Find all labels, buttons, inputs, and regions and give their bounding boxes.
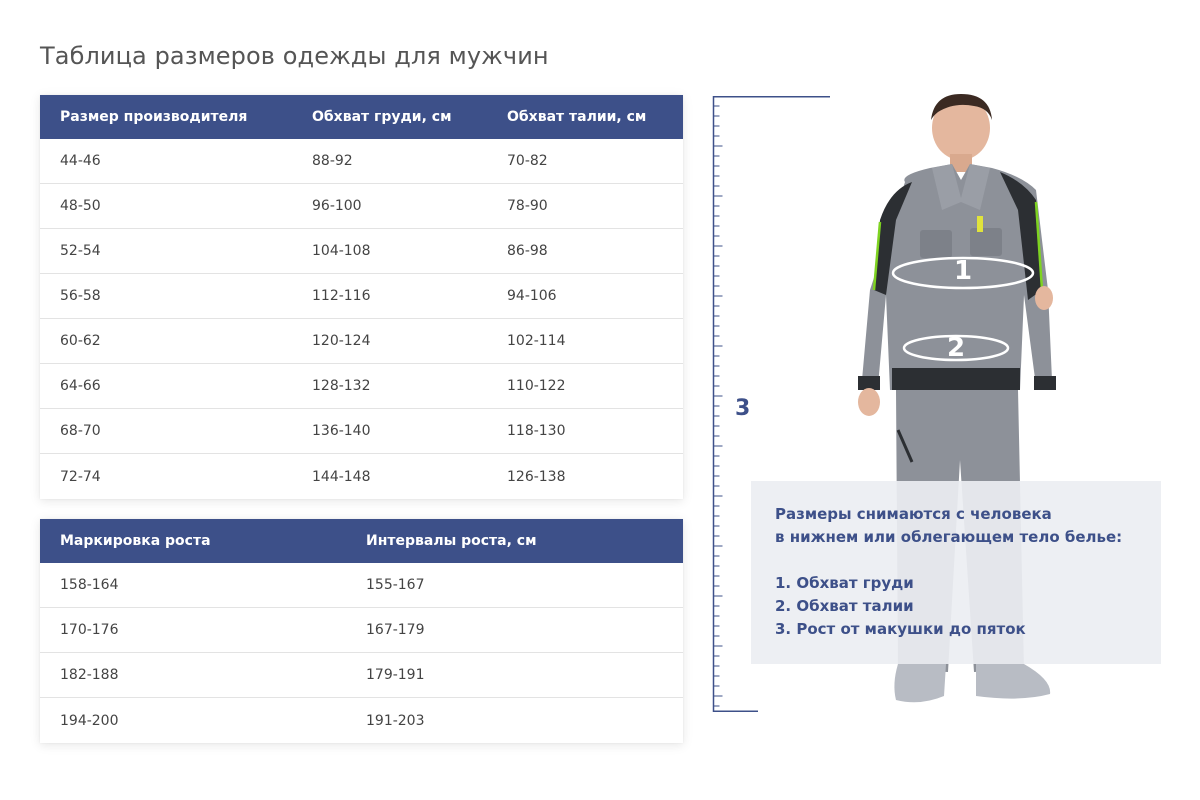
table-row: 158-164 155-167 (40, 563, 683, 608)
cell-manufacturer-size: 52-54 (60, 243, 101, 259)
model-head (931, 94, 992, 172)
info-item-height: 3. Рост от макушки до пяток (775, 620, 1026, 638)
info-gap (775, 549, 1137, 572)
cell-height-interval: 179-191 (366, 667, 425, 683)
height-table-header: Маркировка роста Интервалы роста, см (40, 519, 683, 563)
cell-height-interval: 191-203 (366, 712, 425, 729)
header-height-marking: Маркировка роста (60, 533, 211, 549)
cell-height-interval: 155-167 (366, 577, 425, 593)
cell-waist-girth: 110-122 (507, 378, 566, 394)
waist-ring-label: 2 (947, 333, 966, 363)
table-row: 48-50 96-100 78-90 (40, 184, 683, 229)
table-row: 56-58 112-116 94-106 (40, 274, 683, 319)
cell-manufacturer-size: 44-46 (60, 153, 101, 169)
sizes-table-body: 44-46 88-92 70-82 48-50 96-100 78-90 52-54 104-… (40, 139, 683, 499)
info-item-waist: 2. Обхват талии (775, 597, 914, 615)
height-ruler-label: 3 (735, 396, 751, 421)
cell-chest-girth: 96-100 (312, 198, 362, 214)
sizes-table: Размер производителя Обхват груди, см Об… (40, 95, 683, 499)
model-jacket (858, 164, 1056, 416)
model-shoes (894, 664, 1051, 703)
cell-height-marking: 170-176 (60, 622, 119, 638)
table-row: 44-46 88-92 70-82 (40, 139, 683, 184)
sizes-table-header: Размер производителя Обхват груди, см Об… (40, 95, 683, 139)
cell-manufacturer-size: 48-50 (60, 198, 101, 214)
height-table: Маркировка роста Интервалы роста, см 158… (40, 519, 683, 743)
header-chest-girth: Обхват груди, см (312, 109, 452, 125)
cell-chest-girth: 136-140 (312, 423, 371, 439)
page-title: Таблица размеров одежды для мужчин (40, 42, 549, 70)
cell-chest-girth: 120-124 (312, 333, 371, 349)
table-row: 194-200 191-203 (40, 698, 683, 743)
info-item-chest: 1. Обхват груди (775, 574, 914, 592)
table-row: 52-54 104-108 86-98 (40, 229, 683, 274)
measurement-info-box: Размеры снимаются с человека в нижнем ил… (751, 481, 1161, 664)
table-row: 182-188 179-191 (40, 653, 683, 698)
chest-ring-label: 1 (954, 256, 973, 286)
cell-height-marking: 182-188 (60, 667, 119, 683)
cell-chest-girth: 128-132 (312, 378, 371, 394)
table-row: 170-176 167-179 (40, 608, 683, 653)
table-row: 68-70 136-140 118-130 (40, 409, 683, 454)
cell-waist-girth: 70-82 (507, 153, 548, 169)
cell-height-marking: 194-200 (60, 712, 119, 729)
cell-manufacturer-size: 60-62 (60, 333, 101, 349)
cell-waist-girth: 86-98 (507, 243, 548, 259)
cell-chest-girth: 144-148 (312, 468, 371, 485)
cell-manufacturer-size: 64-66 (60, 378, 101, 394)
table-row: 72-74 144-148 126-138 (40, 454, 683, 499)
cell-waist-girth: 94-106 (507, 288, 557, 304)
cell-height-interval: 167-179 (366, 622, 425, 638)
info-line-1: Размеры снимаются с человека (775, 505, 1052, 523)
header-height-interval: Интервалы роста, см (366, 533, 537, 549)
cell-waist-girth: 126-138 (507, 468, 566, 485)
cell-chest-girth: 104-108 (312, 243, 371, 259)
header-waist-girth: Обхват талии, см (507, 109, 647, 125)
cell-height-marking: 158-164 (60, 577, 119, 593)
cell-waist-girth: 102-114 (507, 333, 566, 349)
cell-manufacturer-size: 56-58 (60, 288, 101, 304)
cell-chest-girth: 88-92 (312, 153, 353, 169)
table-row: 64-66 128-132 110-122 (40, 364, 683, 409)
info-line-2: в нижнем или облегающем тело белье: (775, 528, 1123, 546)
cell-manufacturer-size: 68-70 (60, 423, 101, 439)
header-manufacturer-size: Размер производителя (60, 109, 248, 125)
height-table-body: 158-164 155-167 170-176 167-179 182-188 179-1… (40, 563, 683, 743)
cell-chest-girth: 112-116 (312, 288, 371, 304)
cell-waist-girth: 78-90 (507, 198, 548, 214)
cell-waist-girth: 118-130 (507, 423, 566, 439)
cell-manufacturer-size: 72-74 (60, 468, 101, 485)
table-row: 60-62 120-124 102-114 (40, 319, 683, 364)
